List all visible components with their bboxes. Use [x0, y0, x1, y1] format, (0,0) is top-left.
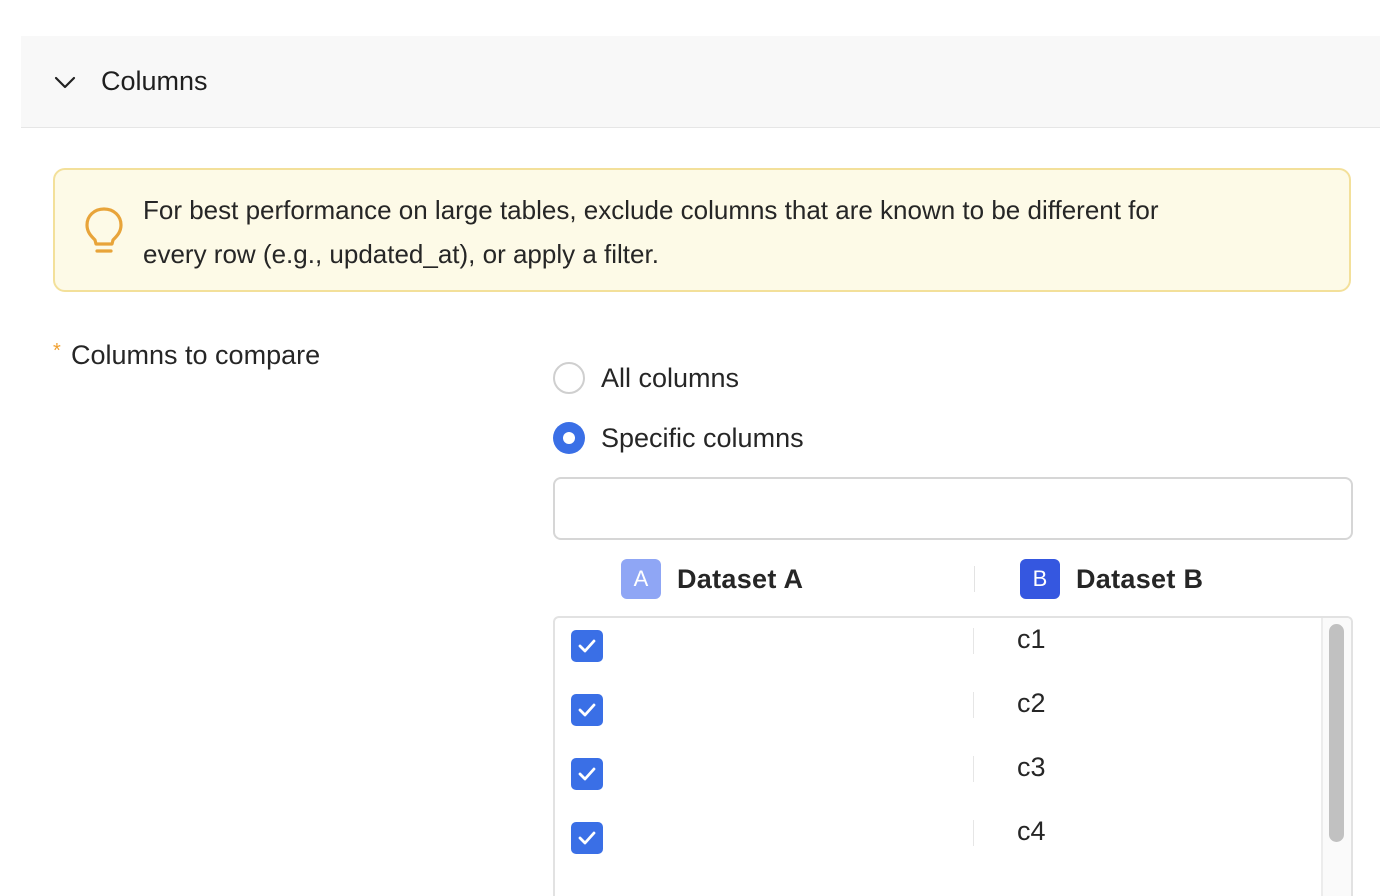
table-row[interactable]: c4: [555, 810, 1321, 874]
table-row[interactable]: c1: [555, 618, 1321, 682]
table-row[interactable]: c3: [555, 746, 1321, 810]
radio-all-columns-label: All columns: [601, 362, 740, 393]
list-scrollbar[interactable]: [1321, 618, 1351, 896]
dataset-b-name: Dataset B: [1076, 563, 1204, 594]
dataset-a-header: A Dataset A: [621, 559, 803, 599]
radio-specific-columns-label: Specific columns: [601, 422, 804, 453]
column-search-box[interactable]: [553, 477, 1353, 540]
scrollbar-thumb[interactable]: [1329, 624, 1344, 842]
performance-tip-banner: For best performance on large tables, ex…: [53, 168, 1351, 292]
dataset-b-column-name: c3: [1017, 752, 1046, 782]
required-mark: *: [53, 340, 61, 362]
checkmark-icon: [578, 639, 596, 653]
tip-line-1: For best performance on large tables, ex…: [143, 195, 1159, 225]
tip-text: For best performance on large tables, ex…: [143, 188, 1323, 276]
header-divider: [974, 566, 975, 592]
chevron-down-icon[interactable]: [54, 72, 76, 94]
row-checkbox[interactable]: [571, 630, 603, 662]
radio-all-columns-circle[interactable]: [553, 362, 585, 394]
row-divider: [973, 820, 974, 846]
table-row[interactable]: c2: [555, 682, 1321, 746]
lightbulb-icon: [83, 205, 125, 257]
dataset-b-column-name: c2: [1017, 688, 1046, 718]
dataset-a-badge: A: [621, 559, 661, 599]
radio-all-columns[interactable]: All columns: [553, 362, 739, 394]
radio-specific-columns-circle[interactable]: [553, 422, 585, 454]
dataset-a-name: Dataset A: [677, 563, 804, 594]
dataset-b-badge: B: [1020, 559, 1060, 599]
section-title: Columns: [101, 66, 208, 96]
row-divider: [973, 692, 974, 718]
columns-to-compare-label: Columns to compare: [71, 340, 321, 370]
column-search-input[interactable]: [555, 479, 1351, 538]
row-checkbox[interactable]: [571, 822, 603, 854]
columns-section-header[interactable]: Columns: [21, 36, 1380, 128]
dataset-b-header: B Dataset B: [1020, 559, 1203, 599]
row-divider: [973, 756, 974, 782]
dataset-b-column-name: c1: [1017, 624, 1046, 654]
dataset-b-column-name: c4: [1017, 816, 1046, 846]
row-checkbox[interactable]: [571, 694, 603, 726]
checkmark-icon: [578, 831, 596, 845]
column-mapping-list[interactable]: c1 c2 c3 c4: [553, 616, 1353, 896]
checkmark-icon: [578, 767, 596, 781]
row-checkbox[interactable]: [571, 758, 603, 790]
tip-line-2: every row (e.g., updated_at), or apply a…: [143, 239, 659, 269]
row-divider: [973, 628, 974, 654]
checkmark-icon: [578, 703, 596, 717]
radio-specific-columns[interactable]: Specific columns: [553, 422, 804, 454]
